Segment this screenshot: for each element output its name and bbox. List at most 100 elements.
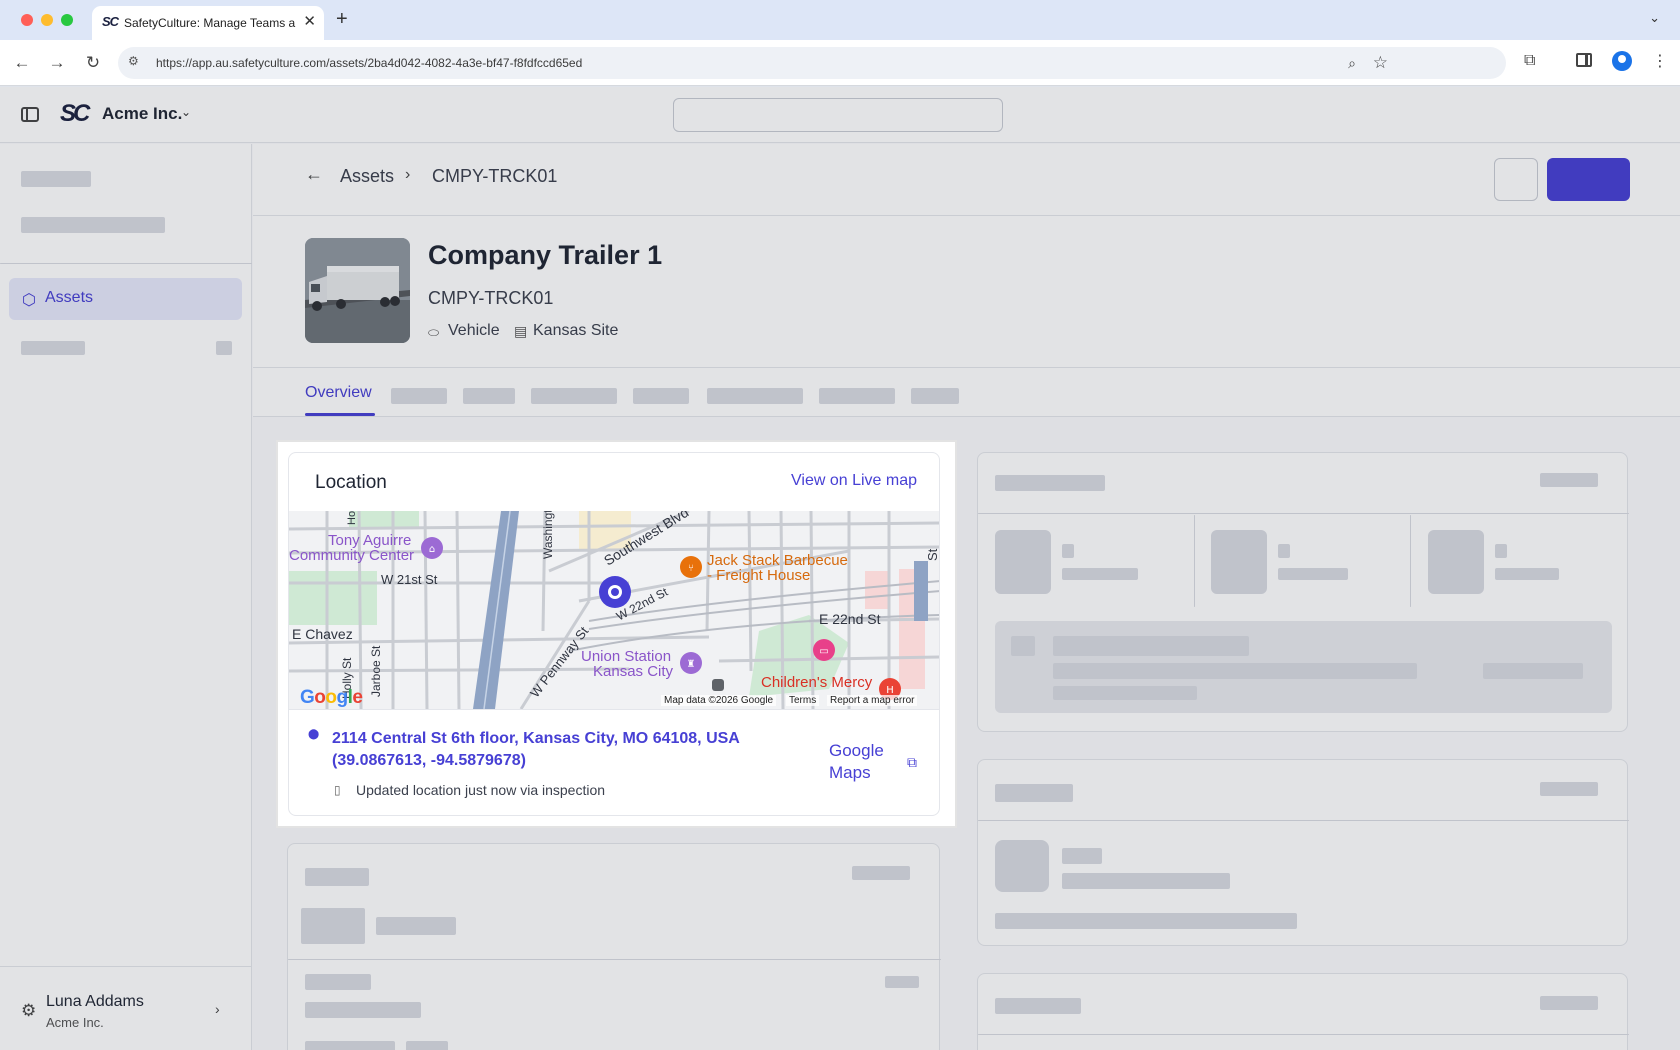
- map-poi-label[interactable]: Tony Aguirre: [328, 533, 411, 548]
- google-logo-letter: o: [314, 687, 326, 708]
- google-maps-link[interactable]: Google: [829, 740, 884, 762]
- sidebar-item-label: Assets: [45, 289, 94, 306]
- google-maps-link-line2[interactable]: Maps: [829, 762, 871, 784]
- browser-tab-active[interactable]: SC SafetyCulture: Manage Teams and... ✕: [92, 6, 324, 40]
- tabs-divider: [253, 367, 1680, 368]
- skeleton-line: [885, 976, 919, 988]
- skeleton-line: [376, 917, 456, 935]
- skeleton-line: [995, 475, 1105, 491]
- svg-text:▭: ▭: [819, 646, 828, 657]
- asset-code: CMPY-TRCK01: [428, 288, 554, 308]
- tab-skeleton[interactable]: [707, 388, 803, 404]
- url-text[interactable]: https://app.au.safetyculture.com/assets/…: [156, 56, 582, 70]
- zoom-icon[interactable]: ⌕: [1348, 55, 1356, 72]
- reload-icon[interactable]: ↻: [80, 50, 106, 76]
- window-minimize-button[interactable]: [41, 14, 53, 26]
- back-arrow-icon[interactable]: ←: [305, 164, 323, 185]
- location-card-highlight: Location View on Live map ⌂ ⑂ ♜ ▭ H Tony…: [278, 442, 955, 826]
- skeleton-block: [995, 840, 1049, 892]
- gear-icon[interactable]: ⚙: [21, 1001, 36, 1021]
- tab-search-chevron-icon[interactable]: ⌄: [1649, 10, 1660, 26]
- location-coordinates[interactable]: (39.0867613, -94.5879678): [332, 750, 526, 772]
- clipboard-icon: ▯: [334, 783, 341, 797]
- back-arrow-icon[interactable]: ←: [9, 50, 35, 76]
- skeleton-line: [406, 1041, 448, 1050]
- skeleton-line: [1053, 636, 1249, 656]
- forward-arrow-icon[interactable]: →: [44, 50, 70, 76]
- profile-avatar-icon[interactable]: [1612, 51, 1632, 71]
- user-org: Acme Inc.: [46, 1015, 104, 1030]
- global-search-input[interactable]: [673, 98, 1003, 132]
- user-name[interactable]: Luna Addams: [46, 993, 144, 1011]
- header-divider: [253, 215, 1680, 216]
- map-poi-label[interactable]: Children's Mercy: [761, 675, 872, 690]
- chevron-right-icon[interactable]: ›: [215, 1001, 220, 1017]
- svg-text:♜: ♜: [687, 659, 696, 670]
- tab-skeleton[interactable]: [463, 388, 515, 404]
- location-address[interactable]: 2114 Central St 6th floor, Kansas City, …: [332, 728, 740, 750]
- extensions-icon[interactable]: ⧉: [1524, 52, 1535, 70]
- google-logo-letter: g: [336, 687, 349, 708]
- map-street-label: E 22nd St: [819, 611, 881, 627]
- asset-photo: [305, 238, 410, 343]
- sidebar-toggle-icon[interactable]: [21, 107, 39, 122]
- view-on-live-map-link[interactable]: View on Live map: [791, 472, 917, 490]
- asset-site: Kansas Site: [533, 322, 619, 339]
- skeleton-line: [852, 866, 910, 880]
- inspection-card-skeleton: [287, 843, 941, 1050]
- map-poi-label[interactable]: - Freight House: [707, 568, 810, 583]
- browser-menu-icon[interactable]: ⋮: [1652, 51, 1668, 71]
- skeleton-line: [1540, 473, 1598, 487]
- breadcrumb-current: CMPY-TRCK01: [432, 166, 558, 186]
- map-street-label: W 21st St: [381, 572, 438, 587]
- primary-action-button[interactable]: [1547, 158, 1630, 201]
- map-report-error-link[interactable]: Report a map error: [827, 695, 918, 706]
- tab-skeleton[interactable]: [819, 388, 895, 404]
- map-poi-label[interactable]: Kansas City: [593, 664, 673, 679]
- sidebar-skeleton: [216, 341, 232, 355]
- bookmark-star-icon[interactable]: ☆: [1373, 53, 1388, 73]
- info-card-skeleton: [977, 973, 1629, 1050]
- window-close-button[interactable]: [21, 14, 33, 26]
- tab-skeleton[interactable]: [911, 388, 959, 404]
- tab-skeleton[interactable]: [633, 388, 689, 404]
- tab-overview[interactable]: Overview: [305, 384, 372, 402]
- tab-skeleton[interactable]: [531, 388, 617, 404]
- card-divider: [1194, 515, 1195, 607]
- cube-icon: ⬡: [22, 292, 36, 309]
- org-switcher[interactable]: Acme Inc.: [102, 104, 182, 124]
- side-panel-icon[interactable]: [1576, 53, 1592, 67]
- more-actions-button[interactable]: [1494, 158, 1538, 201]
- skeleton-line: [1495, 544, 1507, 558]
- window-zoom-button[interactable]: [61, 14, 73, 26]
- map-terms-link[interactable]: Terms: [786, 695, 820, 706]
- skeleton-line: [305, 868, 369, 886]
- skeleton-line: [305, 1002, 421, 1018]
- location-card: Location View on Live map ⌂ ⑂ ♜ ▭ H Tony…: [288, 452, 940, 816]
- breadcrumb-assets[interactable]: Assets: [340, 166, 394, 187]
- tab-skeleton[interactable]: [391, 388, 447, 404]
- map-street-label: Washington: [541, 511, 555, 559]
- map-poi-label[interactable]: Jack Stack Barbecue: [707, 553, 848, 568]
- sidebar-skeleton: [21, 341, 85, 355]
- map-street-label: Jarboe St: [369, 645, 383, 697]
- new-tab-icon[interactable]: +: [336, 8, 348, 30]
- skeleton-line: [305, 974, 371, 990]
- external-link-icon[interactable]: ⧉: [907, 754, 917, 771]
- location-details: ⬤ 2114 Central St 6th floor, Kansas City…: [289, 709, 939, 815]
- site-info-icon[interactable]: ⚙: [128, 54, 139, 68]
- address-bar[interactable]: ⚙ https://app.au.safetyculture.com/asset…: [118, 47, 1506, 79]
- sidebar-item-assets[interactable]: ⬡ Assets: [9, 278, 242, 320]
- map-poi-label[interactable]: Union Station: [581, 649, 671, 664]
- map-poi-label[interactable]: Community Center: [289, 548, 414, 563]
- google-logo: Google: [300, 687, 363, 709]
- truck-image: [305, 238, 410, 343]
- skeleton-line: [1540, 782, 1598, 796]
- tab-close-icon[interactable]: ✕: [303, 12, 316, 32]
- location-map[interactable]: ⌂ ⑂ ♜ ▭ H Tony Aguirre Community Center …: [289, 511, 939, 709]
- sidebar-divider: [0, 966, 252, 967]
- chevron-down-icon[interactable]: ⌄: [181, 105, 191, 119]
- google-logo-letter: o: [325, 687, 337, 708]
- browser-tab-strip: SC SafetyCulture: Manage Teams and... ✕ …: [0, 0, 1680, 40]
- safetyculture-favicon-icon: SC: [102, 14, 119, 29]
